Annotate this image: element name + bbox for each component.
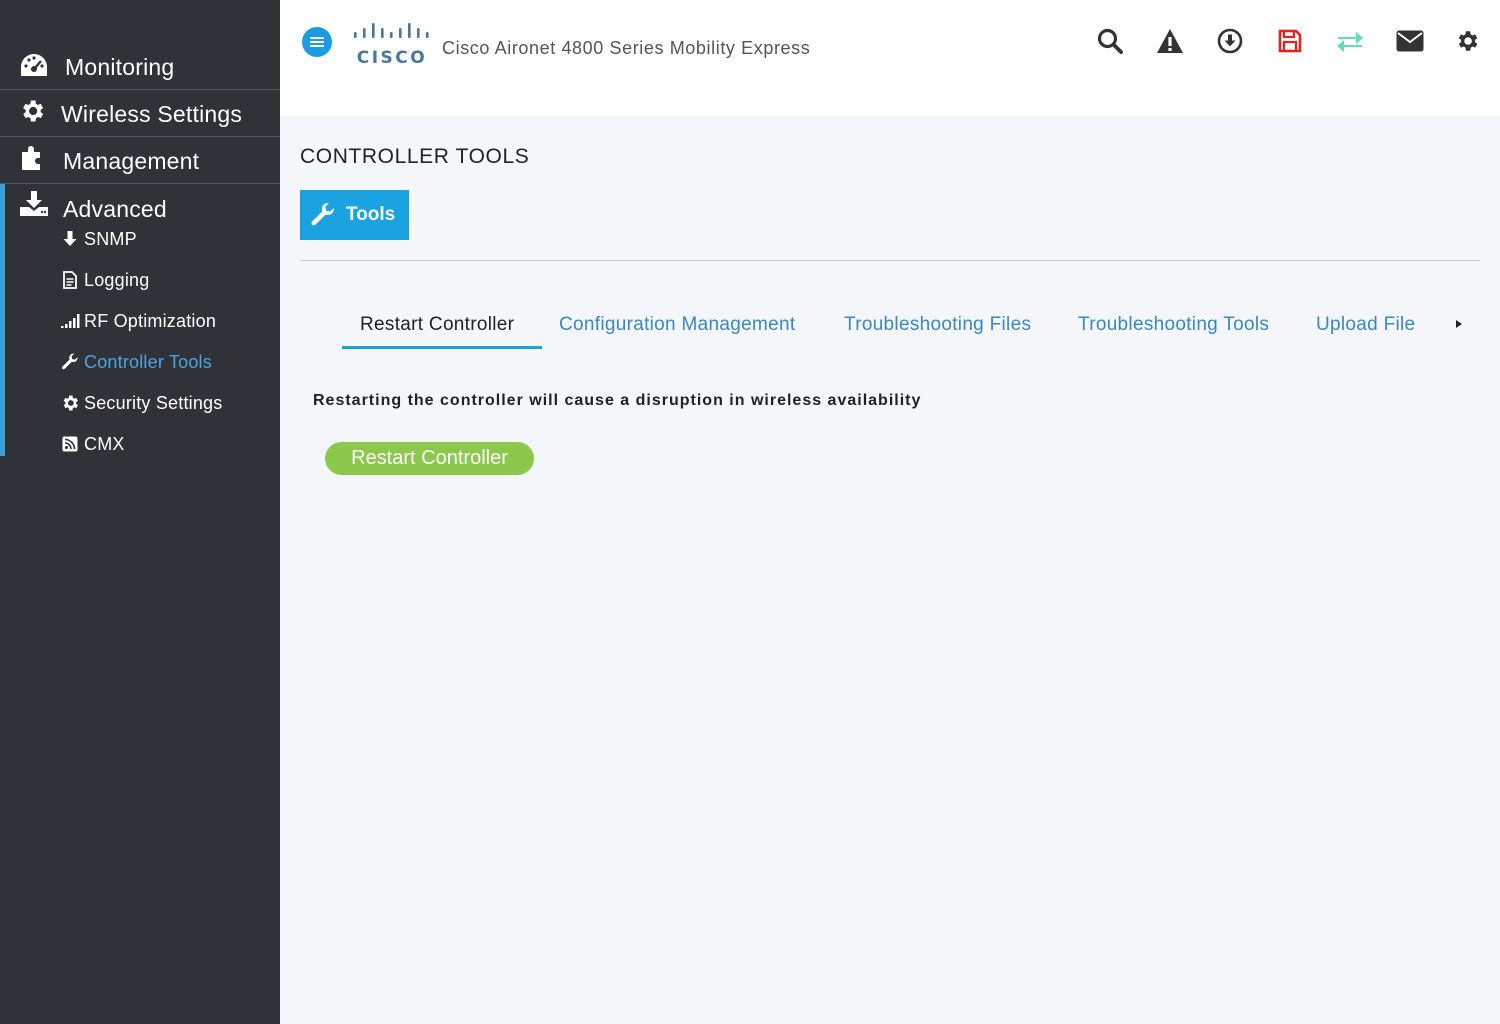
rss-icon (60, 434, 80, 454)
sidebar-item-management[interactable]: Management (0, 142, 280, 180)
restart-warning-text: Restarting the controller will cause a d… (313, 392, 922, 409)
sidebar-subitem-cmx[interactable]: CMX (60, 432, 125, 456)
save-icon (1278, 29, 1302, 53)
app-title: Cisco Aironet 4800 Series Mobility Expre… (442, 38, 811, 58)
sync-icon (1337, 32, 1363, 52)
sidebar-subitem-label: Controller Tools (84, 351, 212, 372)
mail-icon (1396, 30, 1424, 52)
sidebar-subitem-label: SNMP (84, 228, 137, 249)
tab-upload-file[interactable]: Upload File (1316, 314, 1415, 336)
sidebar-item-wireless-settings[interactable]: Wireless Settings (0, 95, 280, 133)
tools-button[interactable]: Tools (300, 190, 409, 240)
sidebar-subitem-logging[interactable]: Logging (60, 268, 149, 292)
divider (0, 183, 280, 184)
mail-button[interactable] (1393, 24, 1427, 58)
logo-wordmark: CISCO (356, 48, 428, 68)
hamburger-icon (310, 37, 324, 47)
sync-button[interactable] (1333, 24, 1367, 58)
sidebar-subitem-label: Security Settings (84, 392, 223, 413)
wrench-icon (60, 352, 80, 372)
sidebar-subitem-controller-tools[interactable]: Controller Tools (60, 350, 212, 374)
section-divider (300, 260, 1480, 261)
divider (0, 89, 280, 90)
wrench-icon (311, 202, 334, 226)
sidebar-subitem-label: CMX (84, 433, 125, 454)
gear-icon (60, 393, 80, 413)
sidebar-item-label: Advanced (63, 196, 167, 222)
sidebar-subitem-label: Logging (84, 269, 150, 290)
tab-troubleshooting-tools[interactable]: Troubleshooting Tools (1078, 314, 1269, 336)
menu-toggle-button[interactable] (302, 27, 332, 57)
search-icon (1097, 28, 1123, 54)
signal-icon (60, 311, 80, 331)
alerts-button[interactable] (1153, 24, 1187, 58)
file-icon (60, 270, 80, 290)
cisco-logo: CISCO (353, 22, 431, 68)
restart-controller-button[interactable]: Restart Controller (325, 442, 534, 475)
sidebar-item-label: Management (63, 148, 200, 174)
dashboard-icon (19, 50, 49, 80)
arrow-down-icon (60, 229, 80, 249)
sidebar-item-label: Monitoring (65, 54, 175, 80)
gear-icon (17, 96, 47, 126)
download-tray-icon (19, 189, 49, 219)
divider (0, 136, 280, 137)
active-tab-indicator (342, 346, 542, 349)
sidebar-subitem-security-settings[interactable]: Security Settings (60, 391, 222, 415)
sidebar-subitem-label: RF Optimization (84, 310, 217, 331)
tab-configuration-management[interactable]: Configuration Management (559, 314, 795, 336)
gear-icon (1458, 31, 1478, 51)
tools-button-label: Tools (346, 204, 396, 225)
top-header: CISCO Cisco Aironet 4800 Series Mobility… (280, 0, 1500, 116)
tab-restart-controller[interactable]: Restart Controller (360, 314, 514, 336)
download-button[interactable] (1213, 24, 1247, 58)
page-title: CONTROLLER TOOLS (300, 145, 530, 168)
download-icon (1217, 28, 1243, 54)
tab-scroll-right-icon[interactable] (1454, 318, 1464, 330)
search-button[interactable] (1093, 24, 1127, 58)
sidebar-item-advanced[interactable]: Advanced (0, 189, 280, 227)
alert-icon (1157, 29, 1183, 53)
tab-troubleshooting-files[interactable]: Troubleshooting Files (844, 314, 1031, 336)
puzzle-icon (19, 143, 49, 173)
sidebar-item-label: Wireless Settings (61, 101, 243, 127)
sidebar-item-monitoring[interactable]: Monitoring (0, 48, 280, 86)
sidebar: Monitoring Wireless Settings Management … (0, 0, 280, 1024)
save-button[interactable] (1273, 24, 1307, 58)
sidebar-subitem-snmp[interactable]: SNMP (60, 227, 137, 251)
settings-button[interactable] (1450, 24, 1484, 58)
sidebar-subitem-rf-optimization[interactable]: RF Optimization (60, 309, 216, 333)
